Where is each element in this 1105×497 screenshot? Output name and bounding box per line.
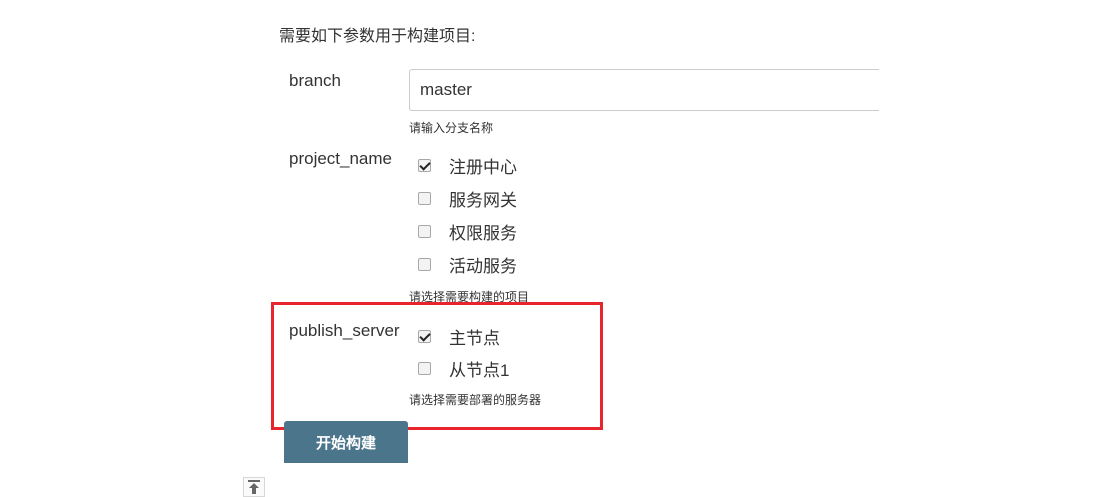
checkbox-checked[interactable] [418, 329, 431, 343]
checkbox[interactable] [418, 191, 431, 205]
project-option-registry[interactable]: 注册中心 [418, 154, 517, 177]
checkbox-checked[interactable] [418, 158, 431, 172]
project-option-gateway[interactable]: 服务网关 [418, 187, 517, 210]
checkbox[interactable] [418, 361, 431, 375]
option-label: 主节点 [449, 328, 500, 348]
start-build-button[interactable]: 开始构建 [284, 421, 408, 463]
option-label: 注册中心 [449, 157, 517, 177]
checkbox[interactable] [418, 224, 431, 238]
publish-server-label: publish_server [289, 321, 400, 340]
server-option-slave-1[interactable]: 从节点1 [418, 357, 510, 380]
project-option-auth[interactable]: 权限服务 [418, 220, 517, 243]
branch-label: branch [289, 71, 341, 90]
branch-input[interactable] [409, 69, 879, 111]
project-name-description: 请选择需要构建的项目 [409, 290, 530, 304]
parameters-heading: 需要如下参数用于构建项目: [279, 28, 476, 45]
branch-description: 请输入分支名称 [409, 121, 494, 135]
server-option-master[interactable]: 主节点 [418, 325, 500, 348]
checkbox[interactable] [418, 257, 431, 271]
publish-server-description: 请选择需要部署的服务器 [409, 393, 542, 407]
back-to-top-button[interactable] [243, 477, 265, 497]
option-label: 权限服务 [449, 223, 517, 243]
option-label: 从节点1 [449, 360, 510, 380]
option-label: 服务网关 [449, 190, 517, 210]
option-label: 活动服务 [449, 256, 517, 276]
project-option-activity[interactable]: 活动服务 [418, 253, 517, 276]
arrow-up-to-line-icon [248, 480, 260, 494]
project-name-label: project_name [289, 149, 393, 168]
